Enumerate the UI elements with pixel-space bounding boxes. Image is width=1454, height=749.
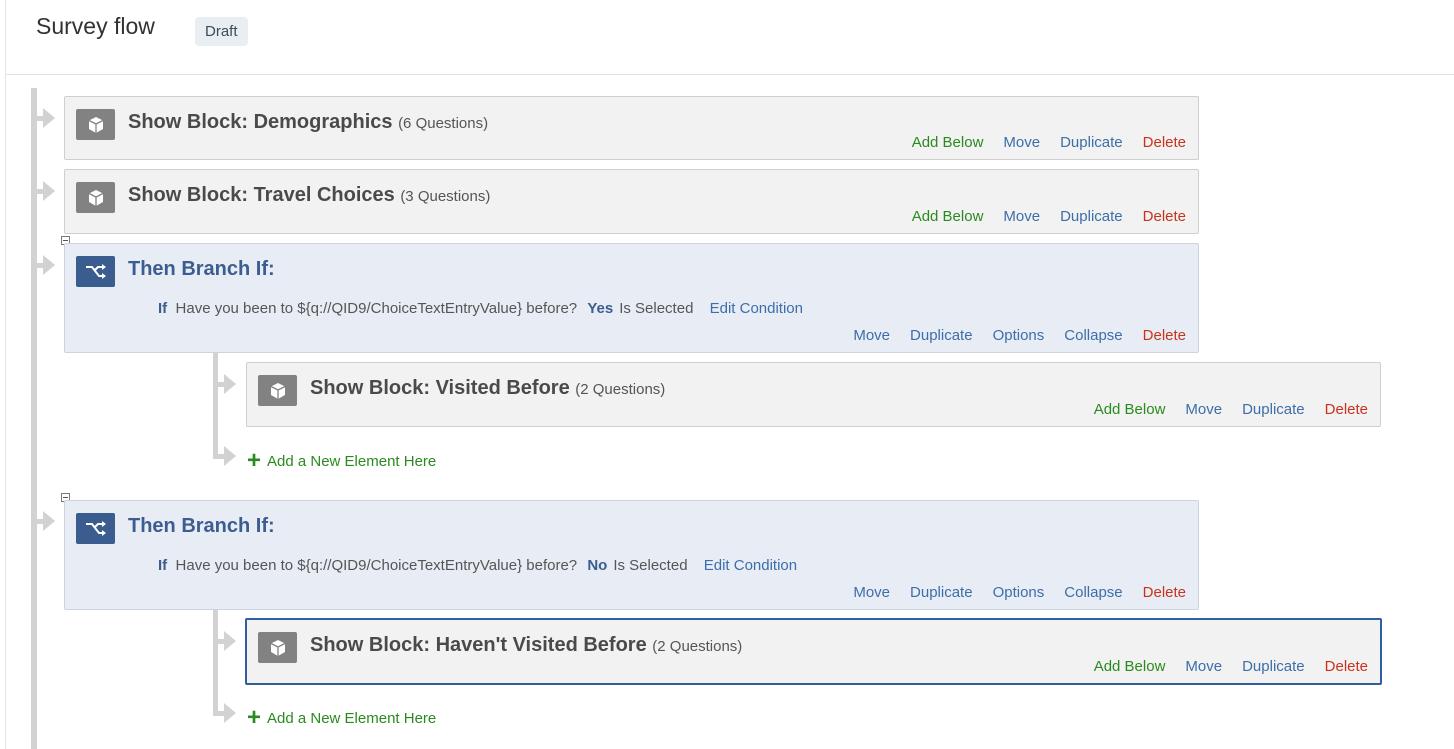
branch-icon — [76, 513, 115, 544]
branch-not-visited[interactable]: Then Branch If: If Have you been to ${q:… — [64, 500, 1199, 610]
move-button[interactable]: Move — [853, 327, 890, 344]
add-below-button[interactable]: Add Below — [912, 208, 984, 225]
branch-title: Then Branch If: — [128, 515, 275, 537]
duplicate-button[interactable]: Duplicate — [1060, 208, 1123, 225]
condition-operator: Is Selected — [619, 300, 694, 317]
condition-value: Yes — [587, 300, 614, 317]
move-button[interactable]: Move — [1185, 401, 1222, 418]
add-below-button[interactable]: Add Below — [912, 134, 984, 151]
status-badge: Draft — [195, 17, 248, 46]
branch-connector — [213, 610, 218, 716]
branch-connector — [213, 353, 218, 459]
block-title: Show Block: Travel Choices (3 Questions) — [128, 184, 490, 207]
block-visited-before[interactable]: Show Block: Visited Before (2 Questions)… — [246, 362, 1381, 427]
condition-question: Have you been to ${q://QID9/ChoiceTextEn… — [175, 557, 578, 574]
add-new-element-label: Add a New Element Here — [267, 453, 437, 470]
delete-button[interactable]: Delete — [1143, 327, 1186, 344]
duplicate-button[interactable]: Duplicate — [910, 584, 973, 601]
condition-operator: Is Selected — [613, 557, 688, 574]
cube-icon — [258, 375, 297, 406]
add-below-button[interactable]: Add Below — [1094, 401, 1166, 418]
flow-arrowhead — [43, 181, 55, 201]
duplicate-button[interactable]: Duplicate — [1242, 658, 1305, 675]
question-count: (6 Questions) — [398, 115, 489, 132]
block-title-text: Show Block: Visited Before — [310, 377, 570, 399]
flow-arrowhead — [43, 255, 55, 275]
question-count: (2 Questions) — [652, 638, 743, 655]
branch-title: Then Branch If: — [128, 258, 275, 280]
add-new-element-label: Add a New Element Here — [267, 710, 437, 727]
branch-visited[interactable]: Then Branch If: If Have you been to ${q:… — [64, 243, 1199, 353]
question-count: (3 Questions) — [400, 188, 491, 205]
delete-button[interactable]: Delete — [1143, 134, 1186, 151]
flow-arrowhead — [224, 631, 236, 651]
move-button[interactable]: Move — [1003, 208, 1040, 225]
block-actions: Add Below Move Duplicate Delete — [1074, 401, 1368, 418]
options-button[interactable]: Options — [993, 327, 1045, 344]
block-actions: Add Below Move Duplicate Delete — [892, 208, 1186, 225]
cube-icon — [76, 182, 115, 213]
add-below-button[interactable]: Add Below — [1094, 658, 1166, 675]
flow-arrowhead — [224, 446, 236, 466]
block-havent-visited-before[interactable]: Show Block: Haven't Visited Before (2 Qu… — [245, 618, 1382, 685]
duplicate-button[interactable]: Duplicate — [910, 327, 973, 344]
block-actions: Add Below Move Duplicate Delete — [892, 134, 1186, 151]
block-travel-choices[interactable]: Show Block: Travel Choices (3 Questions)… — [64, 169, 1199, 234]
add-new-element-link[interactable]: + Add a New Element Here — [247, 704, 436, 732]
block-title-text: Show Block: Travel Choices — [128, 184, 395, 206]
block-title: Show Block: Visited Before (2 Questions) — [310, 377, 665, 400]
condition-if-label: If — [158, 557, 168, 574]
branch-actions: Move Duplicate Options Collapse Delete — [833, 584, 1186, 601]
condition-question: Have you been to ${q://QID9/ChoiceTextEn… — [175, 300, 578, 317]
branch-actions: Move Duplicate Options Collapse Delete — [833, 327, 1186, 344]
cube-icon — [258, 632, 297, 663]
flow-connector-main — [31, 88, 37, 749]
move-button[interactable]: Move — [853, 584, 890, 601]
options-button[interactable]: Options — [993, 584, 1045, 601]
block-actions: Add Below Move Duplicate Delete — [1074, 658, 1368, 675]
add-new-element-link[interactable]: + Add a New Element Here — [247, 447, 436, 475]
move-button[interactable]: Move — [1003, 134, 1040, 151]
duplicate-button[interactable]: Duplicate — [1060, 134, 1123, 151]
delete-button[interactable]: Delete — [1143, 208, 1186, 225]
flow-arrowhead — [43, 108, 55, 128]
delete-button[interactable]: Delete — [1325, 401, 1368, 418]
page-header: Survey flow Draft — [5, 0, 1454, 75]
flow-arrowhead — [224, 374, 236, 394]
edit-condition-link[interactable]: Edit Condition — [704, 557, 797, 574]
edit-condition-link[interactable]: Edit Condition — [710, 300, 803, 317]
block-title-text: Show Block: Haven't Visited Before — [310, 634, 647, 656]
branch-condition: If Have you been to ${q://QID9/ChoiceTex… — [158, 300, 803, 317]
flow-arrowhead — [43, 511, 55, 531]
question-count: (2 Questions) — [575, 381, 666, 398]
duplicate-button[interactable]: Duplicate — [1242, 401, 1305, 418]
cube-icon — [76, 109, 115, 140]
branch-icon — [76, 256, 115, 287]
condition-value: No — [587, 557, 608, 574]
condition-if-label: If — [158, 300, 168, 317]
collapse-button[interactable]: Collapse — [1064, 584, 1122, 601]
branch-condition: If Have you been to ${q://QID9/ChoiceTex… — [158, 557, 797, 574]
block-title: Show Block: Demographics (6 Questions) — [128, 111, 488, 134]
delete-button[interactable]: Delete — [1325, 658, 1368, 675]
flow-arrowhead — [224, 703, 236, 723]
delete-button[interactable]: Delete — [1143, 584, 1186, 601]
block-title: Show Block: Haven't Visited Before (2 Qu… — [310, 634, 742, 657]
move-button[interactable]: Move — [1185, 658, 1222, 675]
plus-icon: + — [247, 447, 262, 474]
page-title: Survey flow — [36, 13, 155, 39]
plus-icon: + — [247, 704, 262, 731]
block-title-text: Show Block: Demographics — [128, 111, 393, 133]
block-demographics[interactable]: Show Block: Demographics (6 Questions) A… — [64, 96, 1199, 160]
collapse-button[interactable]: Collapse — [1064, 327, 1122, 344]
